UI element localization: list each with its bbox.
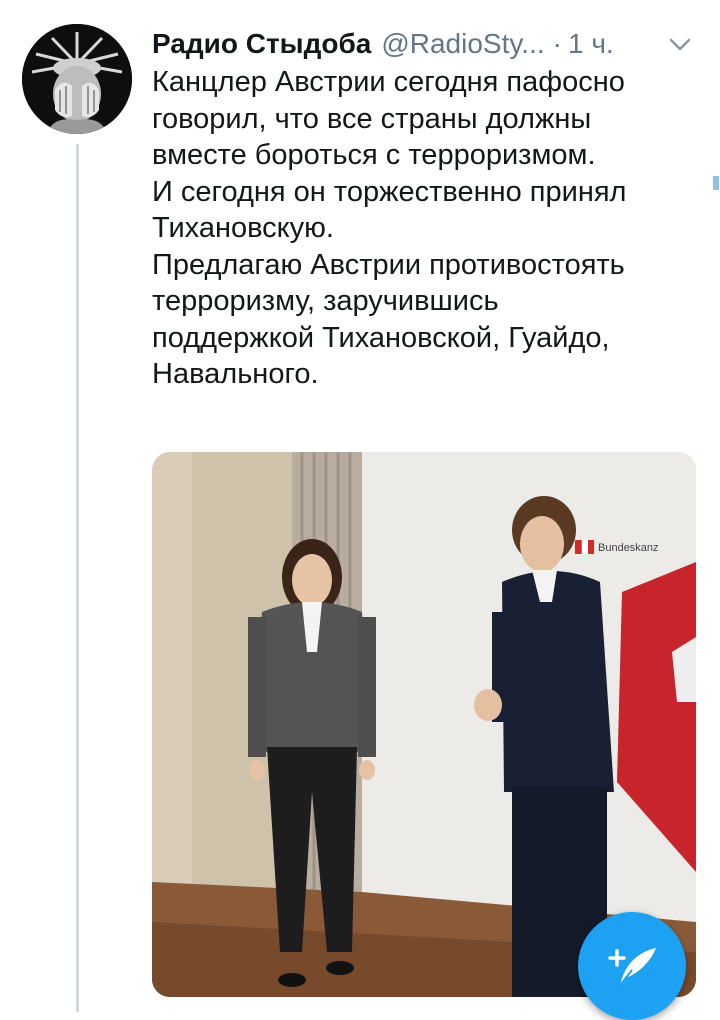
tweet-text-line: вместе бороться с терроризмом. [152, 139, 596, 171]
tweet-text-line: И сегодня он торжественно принял [152, 175, 627, 208]
tweet-text-line: Навального. [152, 358, 319, 390]
tweet-text: Канцлер Австрии сегодня пафосно говорил,… [152, 64, 702, 393]
thread-line [76, 144, 79, 1012]
author-handle[interactable]: @RadioSty... [381, 24, 544, 64]
tweet-text-line: поддержкой Тихановской, Гуайдо, [152, 321, 610, 354]
tweet-text-line: терроризму, заручившись [152, 285, 499, 317]
tweet-time[interactable]: 1 ч. [568, 24, 614, 64]
tweet-header: Радио Стыдоба @RadioSty... · 1 ч. [152, 24, 692, 64]
tweet-text-line: говорил, что все страны должны [152, 102, 592, 135]
tweet-text-line: Предлагаю Австрии противостоять [152, 248, 625, 281]
avatar-image [22, 24, 132, 134]
author-name[interactable]: Радио Стыдоба [152, 24, 371, 64]
scroll-indicator [713, 176, 719, 190]
compose-tweet-button[interactable] [578, 912, 686, 1020]
sign-text: Bundeskanz [598, 542, 659, 554]
chevron-down-icon[interactable] [666, 30, 694, 58]
separator-dot: · [552, 28, 562, 59]
feather-plus-icon [608, 948, 656, 989]
tweet-text-line: Тихановскую. [152, 212, 334, 244]
tweet-text-line: Канцлер Австрии сегодня пафосно [152, 66, 625, 98]
avatar[interactable] [22, 24, 132, 134]
